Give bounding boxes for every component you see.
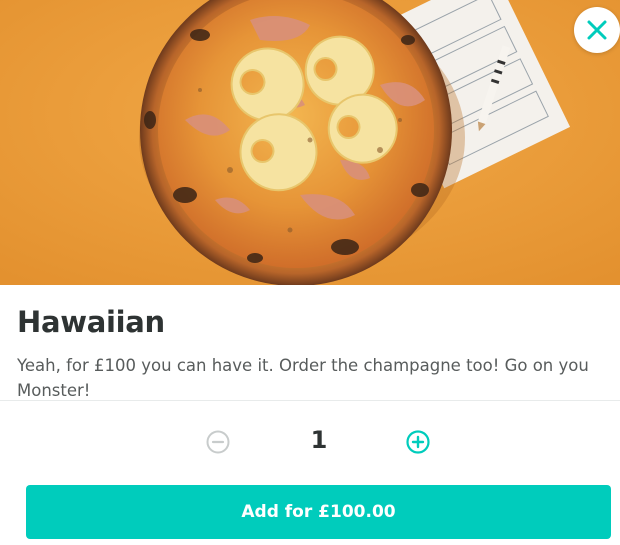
plus-circle-icon xyxy=(406,430,430,454)
pizza-photo xyxy=(0,0,620,285)
decrease-quantity-button[interactable] xyxy=(206,430,230,454)
item-hero-image xyxy=(0,0,620,285)
add-to-basket-button[interactable]: Add for £100.00 xyxy=(26,485,611,539)
close-button[interactable] xyxy=(574,7,620,53)
minus-circle-icon xyxy=(206,430,230,454)
item-description: Yeah, for £100 you can have it. Order th… xyxy=(17,356,589,400)
quantity-value: 1 xyxy=(310,426,328,454)
item-title: Hawaiian xyxy=(17,305,165,339)
quantity-stepper: 1 xyxy=(0,404,620,480)
add-to-basket-label: Add for £100.00 xyxy=(241,502,396,522)
increase-quantity-button[interactable] xyxy=(406,430,430,454)
close-icon xyxy=(587,20,607,40)
divider xyxy=(0,400,620,401)
item-info: Hawaiian Yeah, for £100 you can have it.… xyxy=(0,285,620,400)
